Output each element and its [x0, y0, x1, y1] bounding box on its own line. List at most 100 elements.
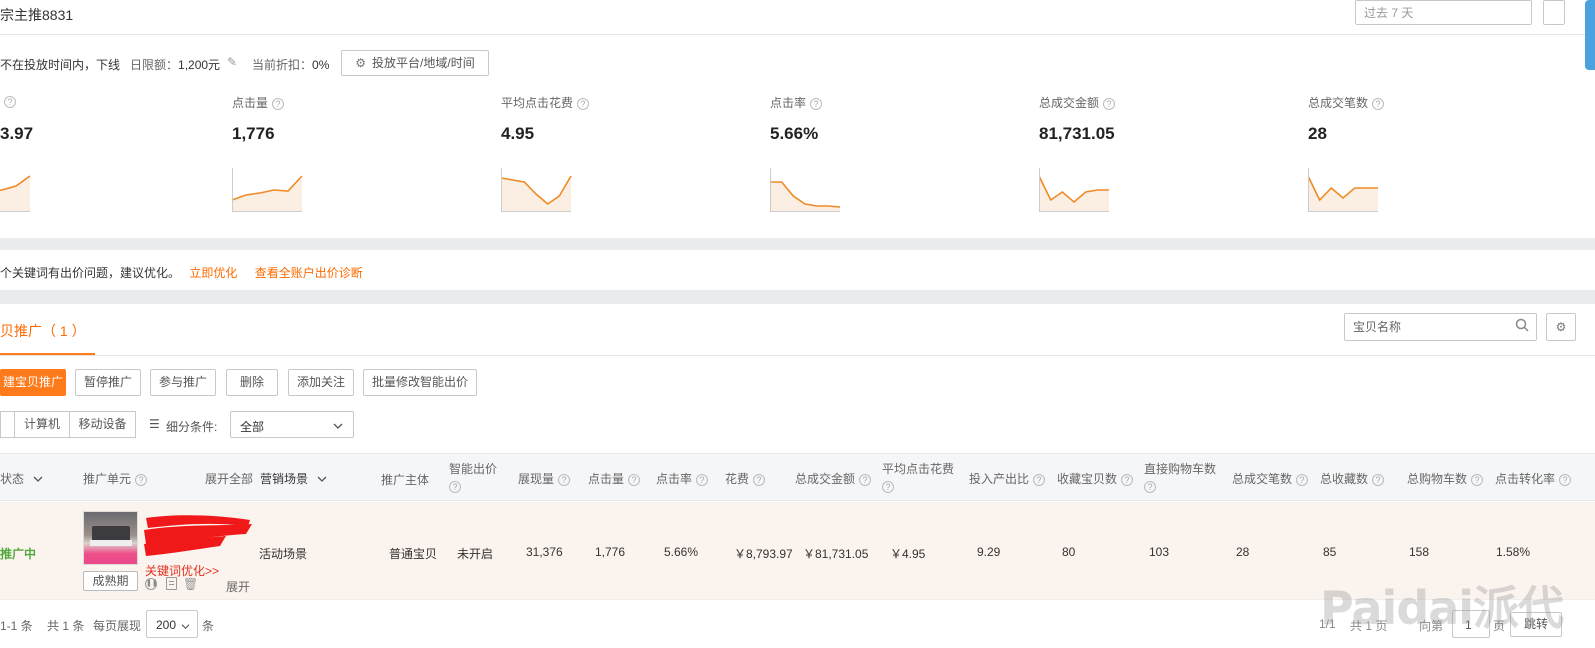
chevron-down-icon — [33, 476, 43, 482]
row-expand-link[interactable]: 展开 — [226, 578, 250, 595]
edit-icon[interactable]: ✎ — [227, 55, 237, 69]
campaign-status-text: 不在投放时间内，下线 — [0, 58, 121, 72]
metric-value: 3.97 — [0, 124, 34, 143]
segment-select-value: 全部 — [240, 420, 265, 434]
tab-item-promotion[interactable]: 贝推广（ 1 ） — [0, 321, 86, 341]
col-cvr-label: 点击转化率 — [1495, 472, 1556, 486]
redacted-product-title — [142, 512, 254, 558]
scrollbar[interactable] — [1585, 0, 1595, 70]
help-icon: ? — [1296, 473, 1309, 486]
help-icon: ? — [135, 473, 148, 486]
discount-value: 0% — [312, 58, 330, 72]
pagination-range: 1-1 条 — [0, 617, 33, 634]
col-fav-total-label: 总收藏数 — [1320, 472, 1369, 486]
help-icon: ? — [882, 481, 894, 493]
col-unit: 推广单元? — [83, 470, 148, 487]
per-page-unit: 条 — [202, 619, 215, 633]
discount-label: 当前折扣： — [252, 58, 313, 72]
per-page-label: 每页展现 — [93, 619, 142, 633]
device-mobile-tab[interactable]: 移动设备 — [69, 411, 136, 438]
date-range-select[interactable]: 过去 7 天 — [1355, 0, 1532, 25]
device-computer-tab[interactable]: 计算机 — [14, 411, 70, 438]
page-title: 宗主推8831 — [0, 7, 74, 23]
col-cpc: 平均点击花费? — [882, 460, 954, 493]
pagination-total: 共 1 条 — [47, 619, 85, 633]
metric-sparkline — [770, 168, 841, 212]
segment-select[interactable]: 全部 — [230, 411, 354, 438]
metric-label-text: 点击率 — [770, 96, 807, 110]
col-cart-total: 总购物车数? — [1407, 470, 1484, 487]
col-fav-total: 总收藏数? — [1320, 470, 1385, 487]
pause-icon[interactable]: ❚❚ — [145, 578, 158, 590]
chevron-down-icon — [317, 476, 327, 482]
delete-icon[interactable]: 🗑 — [183, 577, 198, 591]
col-roi-label: 投入产出比 — [969, 472, 1030, 486]
new-promotion-button[interactable]: 建宝贝推广 — [0, 369, 66, 396]
bid-alert-text: 个关键词有出价问题，建议优化。 — [0, 266, 181, 280]
col-gmv-label: 总成交金额 — [795, 472, 856, 486]
row-roi: 9.29 — [977, 545, 1001, 559]
metric-label: 平均点击花费? — [501, 94, 590, 111]
col-status[interactable]: 状态 — [0, 470, 43, 487]
paidai-watermark: Paidai派代 — [1320, 572, 1564, 638]
daily-limit-label: 日限额： — [130, 58, 179, 72]
product-thumbnail[interactable] — [83, 511, 138, 565]
row-ctr: 5.66% — [664, 545, 699, 559]
gear-icon: ⚙ — [1555, 320, 1567, 334]
help-icon: ? — [859, 473, 872, 486]
help-icon: ? — [696, 473, 709, 486]
sparkline-area — [0, 176, 30, 211]
section-divider — [0, 238, 1595, 250]
help-icon: ? — [449, 481, 461, 493]
add-follow-button[interactable]: 添加关注 — [288, 369, 354, 396]
help-icon: ? — [4, 95, 16, 108]
delete-button[interactable]: 删除 — [226, 369, 278, 396]
metric-value: 28 — [1308, 124, 1327, 143]
join-promotion-button[interactable]: 参与推广 — [150, 369, 216, 396]
col-status-label: 状态 — [0, 472, 25, 486]
col-unit-label: 推广单元 — [83, 472, 132, 486]
col-clicks-label: 点击量 — [588, 472, 625, 486]
metric-sparkline — [1039, 168, 1109, 212]
col-cpc-label: 平均点击花费 — [882, 462, 955, 476]
metric-label: 点击量? — [232, 94, 285, 111]
segment-label: 细分条件: — [166, 420, 218, 434]
col-orders-label: 总成交笔数 — [1232, 472, 1293, 486]
daily-limit: 日限额：1,200元 — [130, 56, 220, 73]
per-page-value: 200 — [156, 618, 177, 632]
row-fav-total: 85 — [1323, 545, 1337, 559]
col-scene[interactable]: 营销场景 — [260, 470, 327, 487]
metric-label: 点击率? — [770, 94, 823, 111]
optimize-now-link[interactable]: 立即优化 — [189, 266, 237, 280]
device-all-tab[interactable] — [0, 411, 15, 438]
report-icon[interactable] — [166, 577, 177, 590]
col-cvr: 点击转化率? — [1495, 470, 1572, 487]
gear-icon: ⚙ — [355, 56, 367, 70]
pause-button[interactable]: 暂停推广 — [75, 369, 141, 396]
delivery-settings-button[interactable]: ⚙ 投放平台/地域/时间 — [341, 50, 489, 76]
search-icon[interactable] — [1515, 318, 1529, 332]
row-direct-cart: 103 — [1149, 545, 1170, 559]
col-gmv: 总成交金额? — [795, 470, 872, 487]
per-page-select[interactable]: 200 — [146, 610, 198, 638]
item-search-input[interactable]: 宝贝名称 — [1344, 313, 1537, 341]
section-divider — [0, 290, 1595, 304]
col-cart-total-label: 总购物车数 — [1407, 472, 1468, 486]
help-icon: ? — [272, 97, 285, 110]
bid-diagnosis-link[interactable]: 查看全账户出价诊断 — [255, 266, 363, 280]
column-settings-button[interactable]: ⚙ — [1546, 313, 1576, 341]
row-orders: 28 — [1236, 545, 1250, 559]
row-gmv: ￥81,731.05 — [803, 547, 869, 561]
row-fav-items: 80 — [1062, 545, 1076, 559]
sparkline-area — [232, 176, 302, 211]
metric-value: 5.66% — [770, 124, 819, 143]
col-orders: 总成交笔数? — [1232, 470, 1309, 487]
row-scene: 活动场景 — [259, 547, 308, 561]
help-icon: ? — [1103, 97, 1116, 110]
metric-sparkline — [501, 168, 572, 212]
expand-all-link[interactable]: 展开全部 — [205, 470, 253, 487]
divider — [0, 34, 1595, 35]
batch-smart-bid-button[interactable]: 批量修改智能出价 — [363, 369, 477, 396]
help-icon: ? — [1121, 473, 1134, 486]
header-extra-button[interactable] — [1543, 0, 1565, 25]
